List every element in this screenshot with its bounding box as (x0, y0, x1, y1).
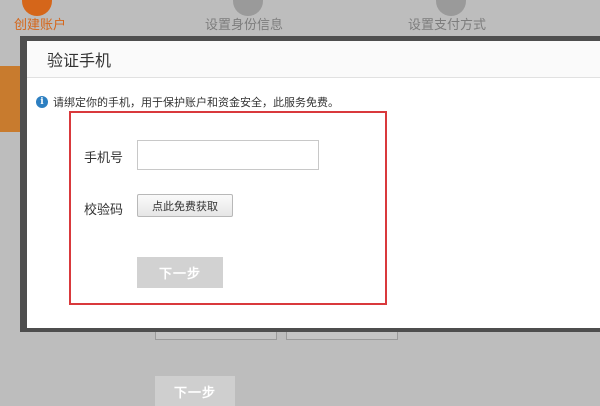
notice-text: 请绑定你的手机，用于保护账户和资金安全，此服务免费。 (53, 96, 339, 109)
get-code-button[interactable]: 点此免费获取 (137, 194, 233, 217)
step-1-label: 创建账户 (14, 18, 67, 33)
next-step-button[interactable]: 下一步 (137, 257, 223, 288)
phone-input[interactable] (137, 140, 319, 170)
phone-label: 手机号 (84, 151, 124, 166)
verify-phone-dialog: 验证手机 i 请绑定你的手机，用于保护账户和资金安全，此服务免费。 手机号 校验… (27, 41, 600, 328)
dialog-header: 验证手机 (27, 41, 600, 78)
progress-steps: 创建账户 设置身份信息 设置支付方式 (0, 0, 600, 36)
background-next-button: 下一步 (155, 376, 235, 406)
info-icon: i (36, 96, 48, 108)
step-2-label: 设置身份信息 (205, 18, 284, 33)
code-label: 校验码 (84, 203, 124, 218)
notice-text-row: i 请绑定你的手机，用于保护账户和资金安全，此服务免费。 (36, 94, 339, 110)
dialog-title: 验证手机 (47, 51, 112, 70)
step-3-label: 设置支付方式 (408, 18, 487, 33)
